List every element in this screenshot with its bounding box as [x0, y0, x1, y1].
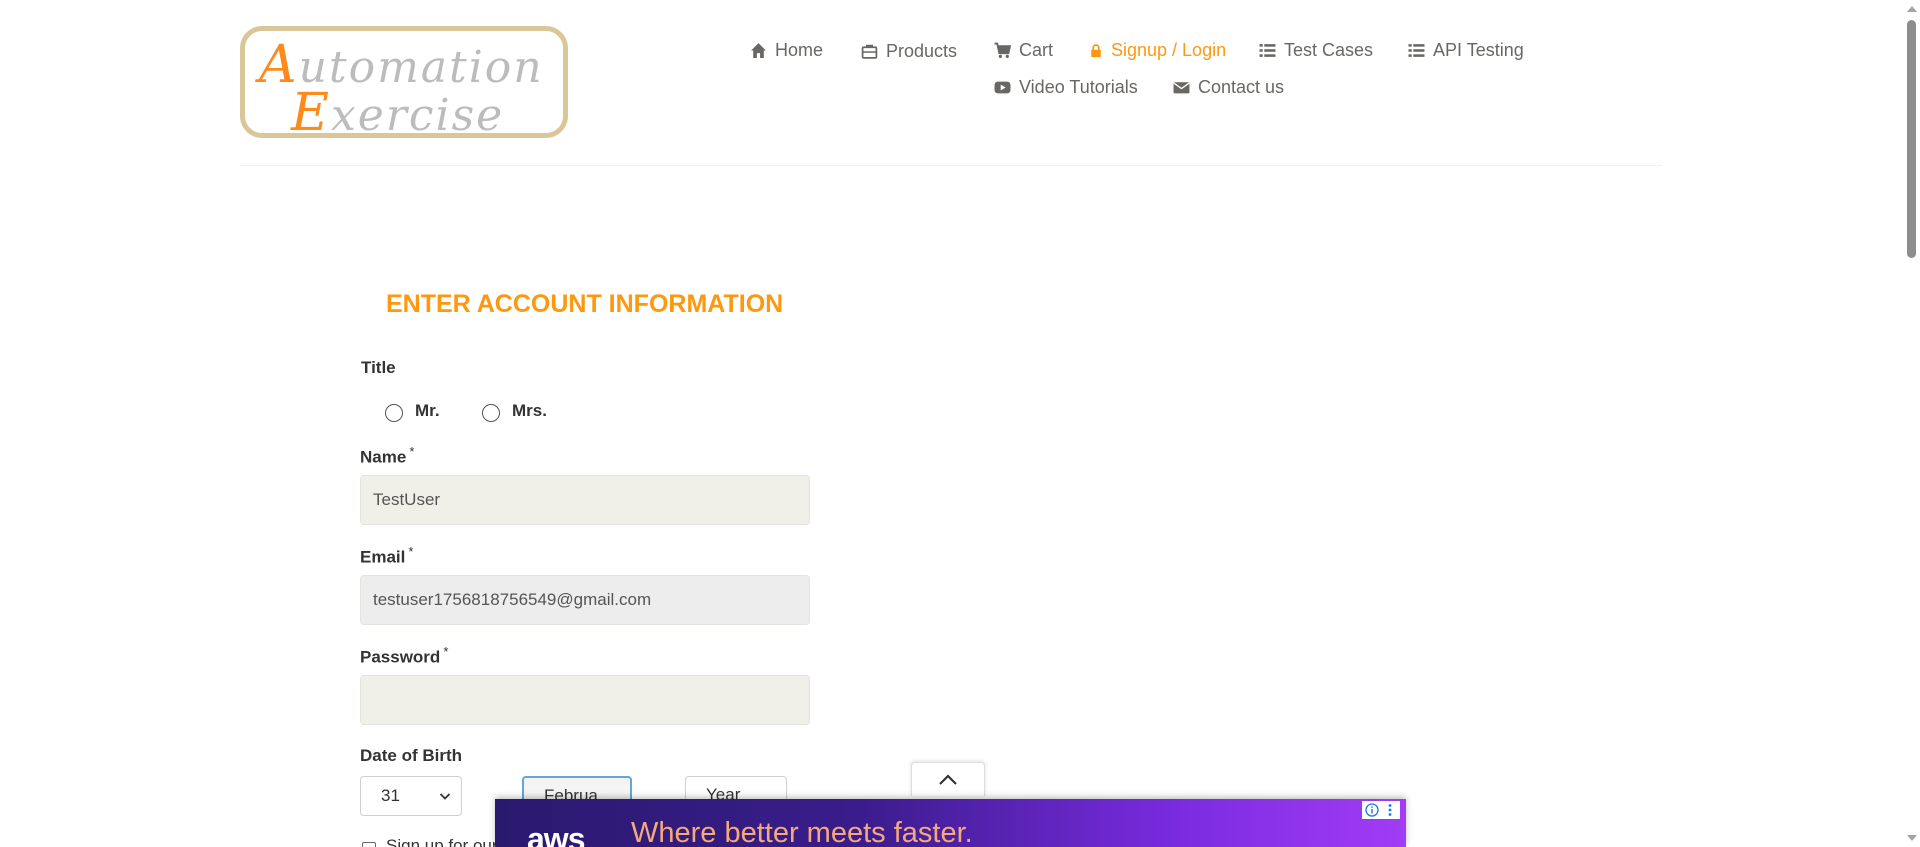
- title-mr-label: Mr.: [415, 401, 440, 420]
- name-label: Name *: [360, 444, 415, 467]
- products-icon: [861, 44, 878, 59]
- kebab-icon[interactable]: [1382, 802, 1398, 818]
- ad-logo: aws: [527, 821, 585, 847]
- newsletter-label: Sign up for our: [386, 836, 498, 847]
- required-mark: *: [443, 644, 449, 659]
- scroll-up-arrow-icon[interactable]: [1907, 6, 1917, 12]
- date-of-birth-label: Date of Birth: [360, 746, 462, 765]
- lock-icon: [1091, 44, 1101, 58]
- youtube-icon: [994, 81, 1011, 94]
- newsletter-checkbox[interactable]: [362, 842, 376, 847]
- nav-products[interactable]: Products: [861, 41, 957, 62]
- ad-headline: Where better meets faster.: [631, 817, 973, 847]
- logo-line-2: Exercise: [291, 83, 505, 143]
- nav-cart[interactable]: Cart: [994, 40, 1053, 61]
- page-title: ENTER ACCOUNT INFORMATION: [386, 290, 784, 318]
- info-icon[interactable]: [1364, 802, 1380, 818]
- title-mrs-option[interactable]: Mrs.: [482, 400, 547, 422]
- nav-signup-login[interactable]: Signup / Login: [1089, 40, 1226, 61]
- email-label: Email *: [360, 544, 414, 567]
- ad-banner[interactable]: aws Where better meets faster.: [495, 799, 1406, 847]
- password-label: Password *: [360, 644, 449, 667]
- site-logo[interactable]: Automation Exercise: [240, 26, 568, 143]
- name-input[interactable]: TestUser: [360, 475, 810, 525]
- page-scrollbar[interactable]: [1903, 0, 1920, 847]
- nav-test-cases[interactable]: Test Cases: [1259, 40, 1373, 61]
- title-mrs-radio[interactable]: [482, 404, 500, 422]
- nav-home[interactable]: Home: [750, 40, 823, 61]
- title-mr-radio[interactable]: [385, 404, 403, 422]
- chevron-down-icon: [439, 793, 451, 800]
- scrollbar-thumb[interactable]: [1907, 20, 1916, 258]
- title-mr-option[interactable]: Mr.: [385, 400, 440, 422]
- ad-controls: [1362, 801, 1400, 819]
- title-mrs-label: Mrs.: [512, 401, 547, 420]
- email-input[interactable]: testuser1756818756549@gmail.com: [360, 575, 810, 625]
- list-icon: [1259, 44, 1276, 57]
- required-mark: *: [409, 444, 415, 459]
- nav-api-testing[interactable]: API Testing: [1408, 40, 1524, 61]
- chevron-up-icon: [939, 773, 957, 785]
- scroll-down-arrow-icon[interactable]: [1907, 835, 1917, 841]
- title-label: Title: [361, 358, 396, 377]
- scroll-up-button[interactable]: [911, 762, 985, 796]
- dob-day-select[interactable]: 31: [360, 776, 462, 816]
- nav-video-tutorials[interactable]: Video Tutorials: [994, 77, 1138, 98]
- cart-icon: [994, 42, 1011, 58]
- envelope-icon: [1173, 82, 1190, 94]
- list-icon: [1408, 44, 1425, 57]
- nav-contact-us[interactable]: Contact us: [1173, 77, 1284, 98]
- password-input[interactable]: [360, 675, 810, 725]
- header-divider: [240, 165, 1662, 166]
- home-icon: [751, 43, 766, 58]
- required-mark: *: [408, 544, 414, 559]
